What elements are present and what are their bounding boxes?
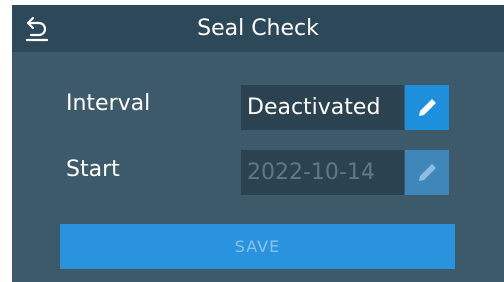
edit-interval-button[interactable]	[405, 85, 449, 130]
seal-check-screen: Seal Check Interval Deactivated Start 20…	[12, 5, 504, 282]
header-bar: Seal Check	[12, 5, 504, 52]
back-arrow-icon	[22, 13, 54, 45]
interval-label: Interval	[66, 91, 151, 116]
edit-start-button[interactable]	[405, 150, 449, 195]
back-button[interactable]	[22, 13, 54, 45]
interval-value: Deactivated	[241, 85, 404, 130]
save-button[interactable]: SAVE	[60, 224, 455, 269]
start-date-value: 2022-10-14	[241, 150, 404, 195]
page-title: Seal Check	[197, 16, 319, 41]
start-label: Start	[66, 157, 120, 182]
